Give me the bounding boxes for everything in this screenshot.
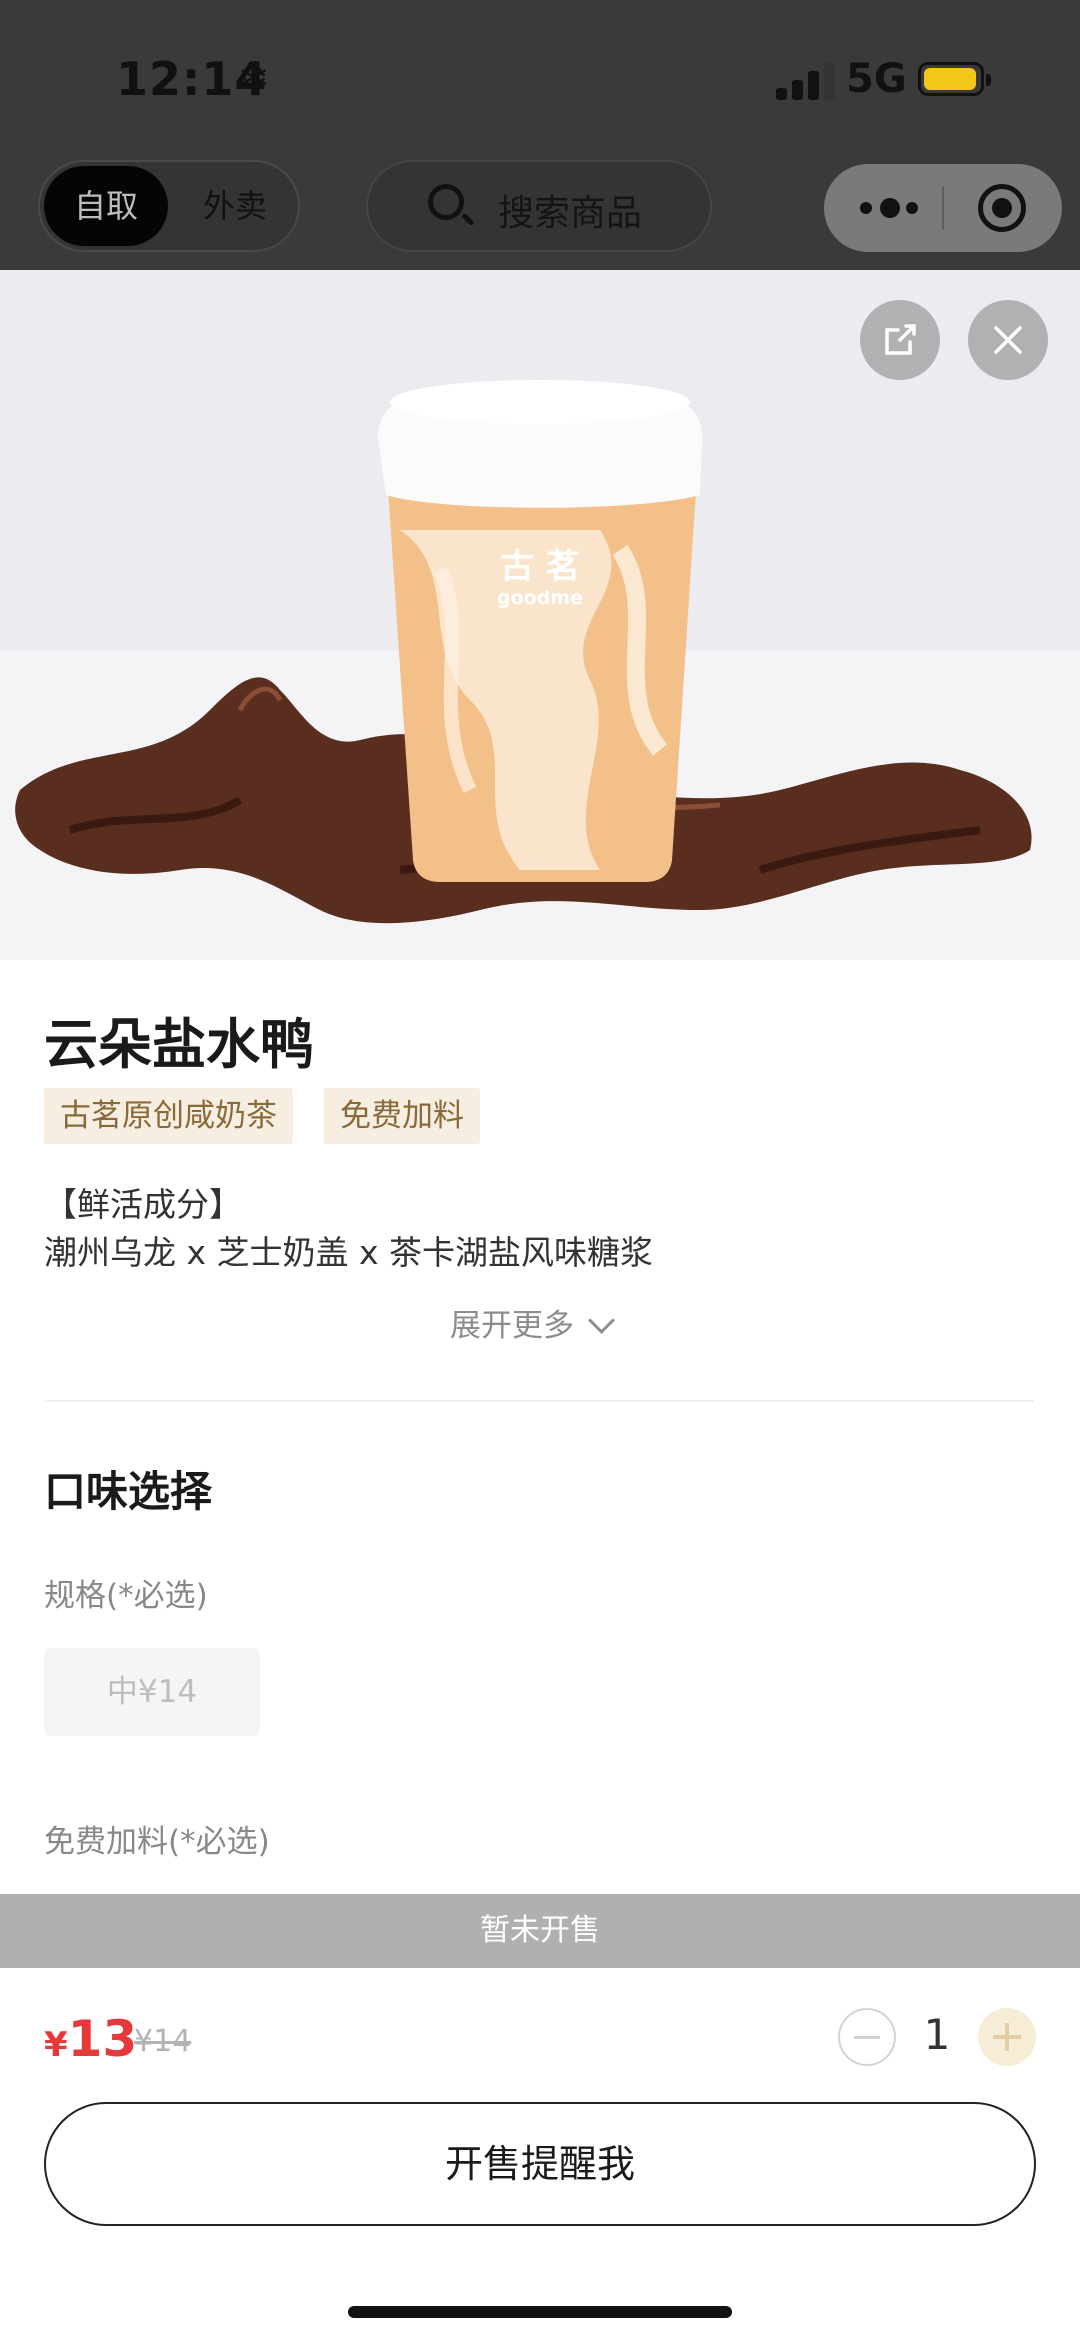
size-option-medium[interactable]: 中¥14 — [44, 1648, 260, 1736]
chevron-down-icon — [588, 1307, 615, 1334]
mode-pickup-tab[interactable]: 自取 — [44, 166, 168, 246]
expand-more-button[interactable]: 展开更多 — [450, 1300, 615, 1345]
divider — [44, 1400, 1034, 1402]
product-image: 古 茗 goodme — [0, 270, 1080, 960]
home-indicator — [348, 2306, 732, 2318]
cup-brand-en: goodme — [497, 587, 583, 609]
miniprogram-capsule — [824, 164, 1062, 252]
cup-brand-cn: 古 茗 — [500, 547, 580, 587]
tag-free-topping: 免费加料 — [324, 1088, 480, 1144]
increase-quantity-button[interactable] — [978, 2008, 1036, 2066]
mode-delivery-tab[interactable]: 外卖 — [180, 166, 290, 246]
signal-icon — [776, 60, 842, 100]
expand-more-label: 展开更多 — [450, 1308, 574, 1344]
options-section-title: 口味选择 — [44, 1467, 213, 1516]
current-price: ¥13 — [44, 2010, 137, 2068]
original-price: ¥14 — [134, 2024, 192, 2059]
more-icon[interactable] — [860, 198, 920, 218]
exit-miniprogram-icon[interactable] — [978, 184, 1026, 232]
search-icon — [428, 184, 464, 220]
quantity-value: 1 — [923, 2010, 951, 2059]
order-mode-toggle: 自取 外卖 — [38, 160, 300, 252]
price-value: 13 — [67, 2010, 138, 2068]
decrease-quantity-button[interactable] — [838, 2008, 896, 2066]
product-title: 云朵盐水鸭 — [44, 1013, 314, 1076]
tag-original-salty-milk-tea: 古茗原创咸奶茶 — [44, 1088, 293, 1144]
not-on-sale-notice: 暂未开售 — [0, 1894, 1080, 1968]
share-icon — [885, 324, 916, 355]
price-currency: ¥ — [44, 2025, 68, 2065]
top-overlay: 12:14 ❄ 5G 自取 外卖 搜索商品 — [0, 0, 1080, 270]
close-button[interactable] — [968, 300, 1048, 380]
close-icon — [994, 326, 1022, 354]
battery-icon — [918, 62, 991, 96]
topping-label: 免费加料(*必选) — [44, 1824, 270, 1860]
description-body: 潮州乌龙 x 芝士奶盖 x 茶卡湖盐风味糖浆 — [44, 1233, 654, 1272]
size-label: 规格(*必选) — [44, 1578, 208, 1614]
search-bar[interactable]: 搜索商品 — [366, 160, 712, 252]
network-type: 5G — [846, 56, 907, 102]
remind-on-sale-button[interactable]: 开售提醒我 — [44, 2102, 1036, 2226]
snowflake-icon: ❄ — [238, 56, 270, 100]
share-button[interactable] — [860, 300, 940, 380]
description-heading: 【鲜活成分】 — [44, 1185, 242, 1224]
search-placeholder: 搜索商品 — [498, 193, 643, 234]
